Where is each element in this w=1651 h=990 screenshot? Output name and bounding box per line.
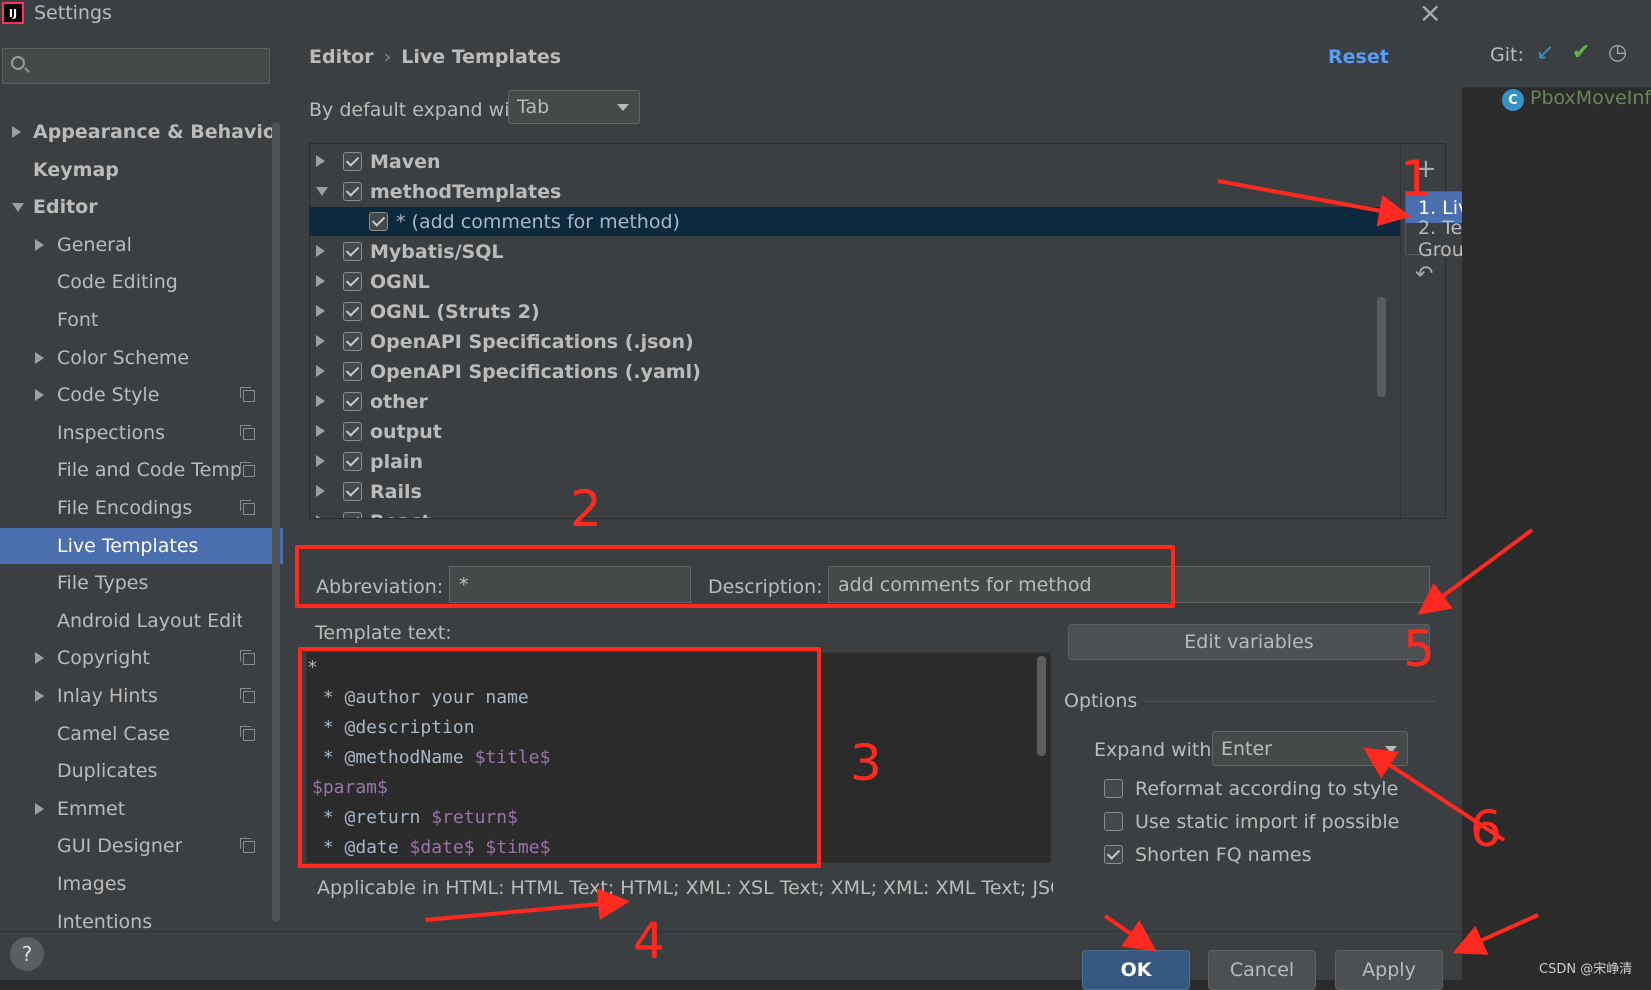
arrow-to-applicable bbox=[424, 888, 630, 922]
arrow-to-edit-variables bbox=[1417, 528, 1534, 615]
arrow-to-ok bbox=[1103, 914, 1157, 952]
arrow-to-apply bbox=[1452, 913, 1539, 955]
arrow-to-expand-with bbox=[1363, 747, 1506, 842]
arrow-to-live-template bbox=[1217, 179, 1411, 227]
annotation-arrows bbox=[424, 179, 1539, 955]
